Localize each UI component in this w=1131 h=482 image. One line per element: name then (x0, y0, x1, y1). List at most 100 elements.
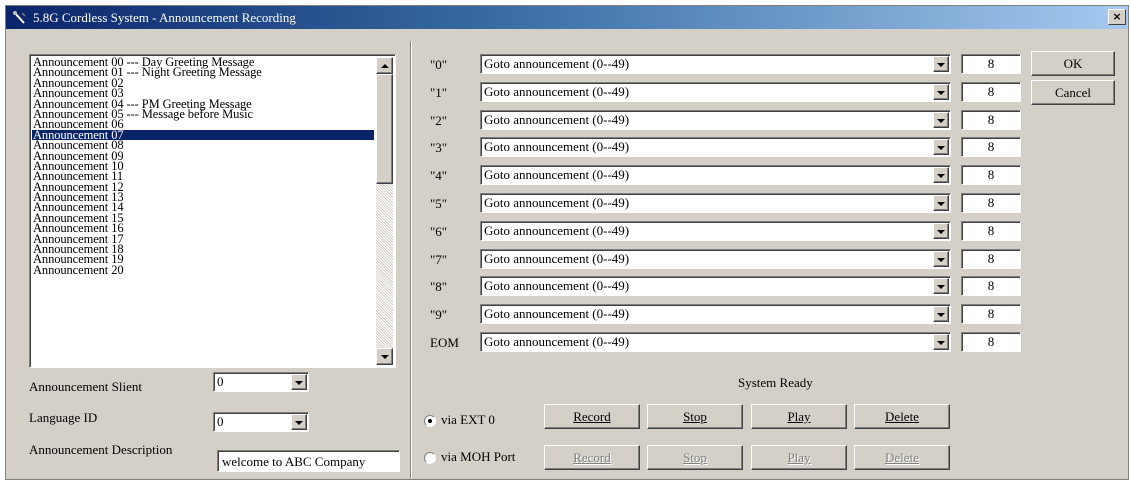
app-icon (13, 11, 26, 24)
key-action-value: Goto announcement (0--49) (484, 278, 630, 293)
dropdown-arrow-icon[interactable] (933, 167, 949, 183)
moh-play-label: Play (787, 450, 811, 465)
key-action-select[interactable]: Goto announcement (0--49) (480, 249, 951, 269)
key-action-value: Goto announcement (0--49) (484, 334, 630, 349)
key-value-field[interactable]: 8 (961, 193, 1021, 213)
scroll-up-icon[interactable] (376, 57, 393, 74)
moh-delete-button[interactable]: Delete (854, 445, 950, 470)
stop-button[interactable]: Stop (647, 404, 743, 429)
description-field[interactable]: welcome to ABC Company (217, 450, 400, 472)
key-value-field[interactable]: 8 (961, 110, 1021, 130)
cancel-button[interactable]: Cancel (1031, 80, 1115, 105)
dropdown-arrow-icon[interactable] (291, 414, 307, 430)
silent-value: 0 (217, 374, 224, 389)
dropdown-arrow-icon[interactable] (933, 139, 949, 155)
radio-via-ext[interactable] (424, 415, 436, 427)
key-action-value: Goto announcement (0--49) (484, 306, 630, 321)
key-value: 8 (987, 306, 995, 321)
key-action-select[interactable]: Goto announcement (0--49) (480, 137, 951, 157)
key-label: "2" (430, 113, 448, 128)
announcement-list-items: Announcement 00 --- Day Greeting Message… (32, 56, 374, 276)
moh-record-button[interactable]: Record (544, 445, 640, 470)
key-label: "8" (430, 279, 448, 294)
key-value: 8 (987, 139, 995, 154)
key-action-select[interactable]: Goto announcement (0--49) (480, 110, 951, 130)
stop-label: Stop (683, 409, 707, 424)
ok-button[interactable]: OK (1031, 51, 1115, 76)
dropdown-arrow-icon[interactable] (933, 278, 949, 294)
via-ext-label: via EXT 0 (441, 412, 495, 427)
key-action-select[interactable]: Goto announcement (0--49) (480, 304, 951, 324)
key-value-field[interactable]: 8 (961, 304, 1021, 324)
key-action-select[interactable]: Goto announcement (0--49) (480, 193, 951, 213)
key-value-field[interactable]: 8 (961, 54, 1021, 74)
dropdown-arrow-icon[interactable] (933, 84, 949, 100)
radio-via-moh[interactable] (424, 452, 436, 464)
dropdown-arrow-icon[interactable] (933, 334, 949, 350)
moh-delete-label: Delete (885, 450, 919, 465)
title-bar: 5.8G Cordless System - Announcement Reco… (6, 6, 1128, 29)
moh-play-button[interactable]: Play (751, 445, 847, 470)
dropdown-arrow-icon[interactable] (933, 306, 949, 322)
delete-button[interactable]: Delete (854, 404, 950, 429)
scrollbar-thumb[interactable] (376, 74, 393, 184)
announcement-list[interactable]: Announcement 00 --- Day Greeting Message… (29, 54, 396, 368)
silent-select[interactable]: 0 (213, 372, 309, 392)
key-value: 8 (987, 84, 995, 99)
description-value: welcome to ABC Company (222, 454, 366, 469)
key-value-field[interactable]: 8 (961, 82, 1021, 102)
key-value-field[interactable]: 8 (961, 276, 1021, 296)
dropdown-arrow-icon[interactable] (933, 223, 949, 239)
close-icon[interactable]: × (1108, 9, 1126, 25)
delete-label: Delete (885, 409, 919, 424)
key-action-select[interactable]: Goto announcement (0--49) (480, 276, 951, 296)
key-action-value: Goto announcement (0--49) (484, 139, 630, 154)
status-text: System Ready (738, 375, 813, 390)
key-value-field[interactable]: 8 (961, 332, 1021, 352)
dropdown-arrow-icon[interactable] (933, 195, 949, 211)
description-label: Announcement Description (29, 442, 173, 457)
key-value: 8 (987, 112, 995, 127)
key-action-select[interactable]: Goto announcement (0--49) (480, 332, 951, 352)
key-value: 8 (987, 167, 995, 182)
scroll-down-icon[interactable] (376, 348, 393, 365)
key-action-value: Goto announcement (0--49) (484, 112, 630, 127)
key-value-field[interactable]: 8 (961, 221, 1021, 241)
play-button[interactable]: Play (751, 404, 847, 429)
language-select[interactable]: 0 (213, 412, 309, 432)
key-action-select[interactable]: Goto announcement (0--49) (480, 165, 951, 185)
moh-record-label: Record (573, 450, 611, 465)
dropdown-arrow-icon[interactable] (291, 374, 307, 390)
key-action-value: Goto announcement (0--49) (484, 195, 630, 210)
record-button[interactable]: Record (544, 404, 640, 429)
list-item[interactable]: Announcement 20 (32, 263, 374, 276)
key-value: 8 (987, 195, 995, 210)
radio-dot (428, 419, 432, 423)
key-action-select[interactable]: Goto announcement (0--49) (480, 221, 951, 241)
key-action-select[interactable]: Goto announcement (0--49) (480, 54, 951, 74)
key-label: "7" (430, 252, 448, 267)
dropdown-arrow-icon[interactable] (933, 56, 949, 72)
key-label: EOM (430, 335, 459, 350)
record-label: Record (573, 409, 611, 424)
key-value: 8 (987, 56, 995, 71)
key-value-field[interactable]: 8 (961, 249, 1021, 269)
key-action-value: Goto announcement (0--49) (484, 251, 630, 266)
dropdown-arrow-icon[interactable] (933, 251, 949, 267)
key-label: "3" (430, 140, 448, 155)
dropdown-arrow-icon[interactable] (933, 112, 949, 128)
key-label: "9" (430, 307, 448, 322)
key-label: "5" (430, 196, 448, 211)
moh-stop-label: Stop (683, 450, 707, 465)
announcement-recording-window: 5.8G Cordless System - Announcement Reco… (5, 5, 1129, 480)
key-action-select[interactable]: Goto announcement (0--49) (480, 82, 951, 102)
key-label: "4" (430, 168, 448, 183)
key-action-value: Goto announcement (0--49) (484, 84, 630, 99)
key-label: "1" (430, 85, 448, 100)
key-value-field[interactable]: 8 (961, 165, 1021, 185)
window-title: 5.8G Cordless System - Announcement Reco… (33, 10, 296, 25)
moh-stop-button[interactable]: Stop (647, 445, 743, 470)
list-scrollbar[interactable] (376, 57, 393, 365)
key-value-field[interactable]: 8 (961, 137, 1021, 157)
key-action-value: Goto announcement (0--49) (484, 56, 630, 71)
